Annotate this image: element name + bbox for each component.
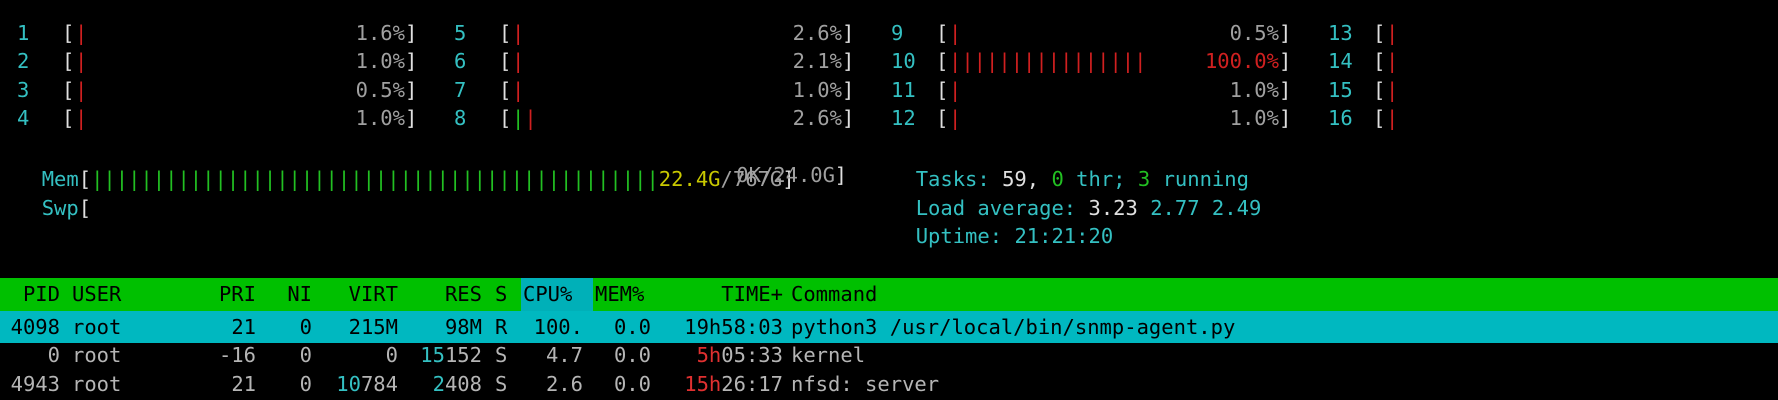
process-virt-hi: 10 xyxy=(336,371,361,396)
process-mem: 0.0 xyxy=(613,371,651,396)
cpu-id: 12 xyxy=(891,106,916,131)
swp-bracket-close: ] xyxy=(834,163,847,187)
process-time-hours: 5h xyxy=(696,343,722,368)
uptime-label: Uptime: xyxy=(915,224,1003,249)
process-res-lo: 408 xyxy=(444,371,482,396)
cpu-id: 2 xyxy=(17,49,30,74)
process-res-lo: 98M xyxy=(444,314,482,339)
cpu-bar-segment: | xyxy=(512,77,525,102)
process-time-rest: 05:33 xyxy=(721,343,783,368)
cpu-id: 6 xyxy=(454,49,467,74)
process-pid: 4943 xyxy=(10,371,60,396)
cpu-bar-segment: | xyxy=(1386,106,1399,131)
swap-meter: Swp[ 0K/24.0G ] xyxy=(17,159,847,220)
process-res-lo: 152 xyxy=(444,343,482,368)
process-res: 2408 xyxy=(410,368,482,400)
uptime-meter: Uptime: 21:21:20 xyxy=(891,188,1114,248)
cpu-bar-segment: | xyxy=(1386,77,1399,102)
process-command: nfsd: server xyxy=(791,371,940,396)
cpu-bar-segment: | xyxy=(75,49,88,74)
cpu-bracket-close: ] xyxy=(1279,106,1292,131)
cpu-id: 15 xyxy=(1328,77,1353,102)
cpu-id: 13 xyxy=(1328,20,1353,45)
cpu-bracket-open: [ xyxy=(1373,106,1386,131)
process-virt: 10784 xyxy=(318,368,398,400)
col-command[interactable]: Command xyxy=(791,278,877,311)
cpu-bar-segment: | xyxy=(949,20,962,45)
cpu-id: 5 xyxy=(454,20,467,45)
swp-label: Swp xyxy=(41,195,79,220)
col-time[interactable]: TIME+ xyxy=(665,278,783,311)
col-user[interactable]: USER xyxy=(72,278,121,311)
cpu-bar-segment: | xyxy=(75,106,88,131)
cpu-bar-segment: | xyxy=(949,106,962,131)
process-time-rest: 58:03 xyxy=(721,314,783,339)
process-virt-lo: 784 xyxy=(360,371,398,396)
cpu-bar-segment: | xyxy=(512,49,525,74)
process-time-hours: 19h xyxy=(684,314,722,339)
process-time-hours: 15h xyxy=(684,371,722,396)
process-virt-lo: 0 xyxy=(385,343,398,368)
cpu-bar-segment: | xyxy=(512,20,525,45)
cpu-id: 11 xyxy=(891,77,916,102)
col-cpu[interactable]: CPU% xyxy=(523,278,572,311)
cpu-bar-segment: | xyxy=(1386,20,1399,45)
col-ni[interactable]: NI xyxy=(270,278,312,311)
col-res[interactable]: RES xyxy=(410,278,482,311)
col-virt[interactable]: VIRT xyxy=(318,278,398,311)
cpu-bar-segment: | xyxy=(75,77,88,102)
cpu-id: 4 xyxy=(17,106,30,131)
process-ni: 0 xyxy=(299,371,312,396)
load-five: 2.77 xyxy=(1150,195,1200,220)
process-virt-lo: 215M xyxy=(348,314,398,339)
process-time-rest: 26:17 xyxy=(721,371,783,396)
process-row[interactable]: 4943 root 21 0 10784 2408 S 2.6 0.0 15h26:17 nfsd:… xyxy=(0,368,1778,400)
col-pri[interactable]: PRI xyxy=(190,278,256,311)
uptime-value: 21:21:20 xyxy=(1014,224,1114,249)
cpu-bar-segment: | xyxy=(949,77,962,102)
cpu-bar-segment: | xyxy=(512,106,525,131)
cpu-bar: |||||||||||||||| xyxy=(949,45,1146,78)
process-state: S xyxy=(495,371,508,396)
process-cpu: 2.6 xyxy=(545,371,583,396)
cpu-id: 16 xyxy=(1328,106,1353,131)
process-res-hi: 2 xyxy=(432,371,445,396)
cpu-id: 7 xyxy=(454,77,467,102)
swp-bracket-open: [ xyxy=(78,195,92,220)
process-time: 15h26:17 xyxy=(665,368,783,400)
cpu-bar-segment: | xyxy=(524,106,537,131)
cpu-id: 8 xyxy=(454,106,467,131)
cpu-bracket-close: ] xyxy=(842,106,855,131)
col-s[interactable]: S xyxy=(495,278,507,311)
cpu-bar-segment: | xyxy=(75,20,88,45)
load-fifteen: 2.49 xyxy=(1211,195,1262,220)
process-res-hi: 15 xyxy=(420,343,445,368)
col-pid[interactable]: PID xyxy=(0,278,60,311)
cpu-id: 10 xyxy=(891,49,916,74)
cpu-id: 1 xyxy=(17,20,30,45)
process-pri: 21 xyxy=(231,371,256,396)
col-mem[interactable]: MEM% xyxy=(595,278,644,311)
process-table-header: PID USER PRI NI VIRT RES S CPU% MEM% TIM… xyxy=(0,278,1778,311)
swp-value: 0K/24.0G xyxy=(736,163,835,187)
cpu-id: 14 xyxy=(1328,49,1353,74)
cpu-id: 3 xyxy=(17,77,30,102)
cpu-bar-segment: | xyxy=(1386,49,1399,74)
cpu-id: 9 xyxy=(891,20,904,45)
cpu-meter-16: 16 [| xyxy=(1328,102,1398,135)
cpu-bar-segment: |||||||||||||||| xyxy=(949,49,1147,74)
process-user: root xyxy=(72,371,122,396)
cpu-bar: | xyxy=(1386,102,1398,135)
